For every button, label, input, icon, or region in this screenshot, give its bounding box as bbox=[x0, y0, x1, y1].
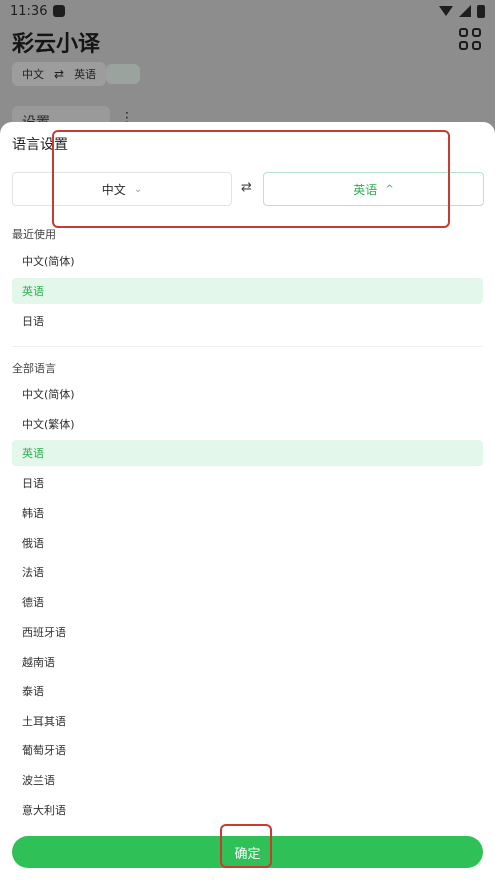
recent-item-label: 中文(简体) bbox=[22, 255, 75, 268]
language-item-label: 法语 bbox=[22, 566, 44, 579]
language-item[interactable]: 韩语 bbox=[12, 500, 483, 526]
all-section-label: 全部语言 bbox=[12, 362, 56, 375]
status-right bbox=[439, 4, 485, 18]
status-time: 11:36 bbox=[10, 3, 48, 19]
recent-section-label: 最近使用 bbox=[12, 228, 56, 241]
wifi-icon bbox=[439, 6, 453, 16]
language-item[interactable]: 越南语 bbox=[12, 649, 483, 675]
language-item-label: 中文(简体) bbox=[22, 388, 75, 401]
recent-item-label: 英语 bbox=[22, 285, 44, 298]
secondary-chip[interactable] bbox=[106, 64, 140, 84]
annotation-box-language-selector bbox=[52, 130, 450, 228]
language-item[interactable]: 中文(简体) bbox=[12, 381, 483, 407]
battery-icon bbox=[477, 4, 485, 18]
language-item[interactable]: 德语 bbox=[12, 589, 483, 615]
language-settings-sheet: 语言设置 中文 ⌄ ⇄ 英语 ^ 最近使用 中文(简体) 英语 日语 全部语言 … bbox=[0, 122, 495, 880]
language-item-label: 意大利语 bbox=[22, 804, 66, 817]
language-item[interactable]: 波兰语 bbox=[12, 767, 483, 793]
recent-item-label: 日语 bbox=[22, 315, 44, 328]
app-title: 彩云小译 bbox=[12, 32, 101, 57]
language-item[interactable]: 日语 bbox=[12, 470, 483, 496]
notification-icon bbox=[53, 5, 66, 17]
language-item[interactable]: 泰语 bbox=[12, 678, 483, 704]
language-item-label: 土耳其语 bbox=[22, 715, 66, 728]
recent-item-selected[interactable]: 英语 bbox=[12, 278, 483, 304]
language-item[interactable]: 中文(繁体) bbox=[12, 411, 483, 437]
language-item[interactable]: 法语 bbox=[12, 559, 483, 585]
language-item-label: 葡萄牙语 bbox=[22, 744, 66, 757]
language-item-label: 日语 bbox=[22, 477, 44, 490]
language-item-label: 泰语 bbox=[22, 685, 44, 698]
annotation-box-confirm bbox=[220, 824, 272, 868]
language-item[interactable]: 俄语 bbox=[12, 530, 483, 556]
language-item-label: 英语 bbox=[22, 447, 44, 460]
language-item[interactable]: 意大利语 bbox=[12, 797, 483, 823]
language-item-label: 西班牙语 bbox=[22, 626, 66, 639]
language-item[interactable]: 土耳其语 bbox=[12, 708, 483, 734]
chip-source-language: 中文 bbox=[22, 68, 44, 81]
section-divider bbox=[12, 346, 483, 347]
language-item[interactable]: 葡萄牙语 bbox=[12, 737, 483, 763]
language-item-label: 德语 bbox=[22, 596, 44, 609]
recent-item[interactable]: 中文(简体) bbox=[12, 248, 483, 274]
language-item-label: 俄语 bbox=[22, 537, 44, 550]
chip-target-language: 英语 bbox=[74, 68, 97, 81]
language-item-label: 韩语 bbox=[22, 507, 44, 520]
language-item-label: 中文(繁体) bbox=[22, 418, 75, 431]
apps-grid-icon[interactable] bbox=[459, 28, 481, 50]
language-item-label: 越南语 bbox=[22, 656, 55, 669]
recent-item[interactable]: 日语 bbox=[12, 308, 483, 334]
status-bar: 11:36 bbox=[0, 0, 495, 22]
swap-icon: ⇄ bbox=[54, 67, 65, 81]
signal-icon bbox=[459, 5, 471, 17]
language-item[interactable]: 西班牙语 bbox=[12, 619, 483, 645]
language-pair-chip[interactable]: 中文 ⇄ 英语 bbox=[12, 62, 107, 86]
language-item-label: 波兰语 bbox=[22, 774, 55, 787]
status-left: 11:36 bbox=[10, 3, 66, 19]
language-item-selected[interactable]: 英语 bbox=[12, 440, 483, 466]
